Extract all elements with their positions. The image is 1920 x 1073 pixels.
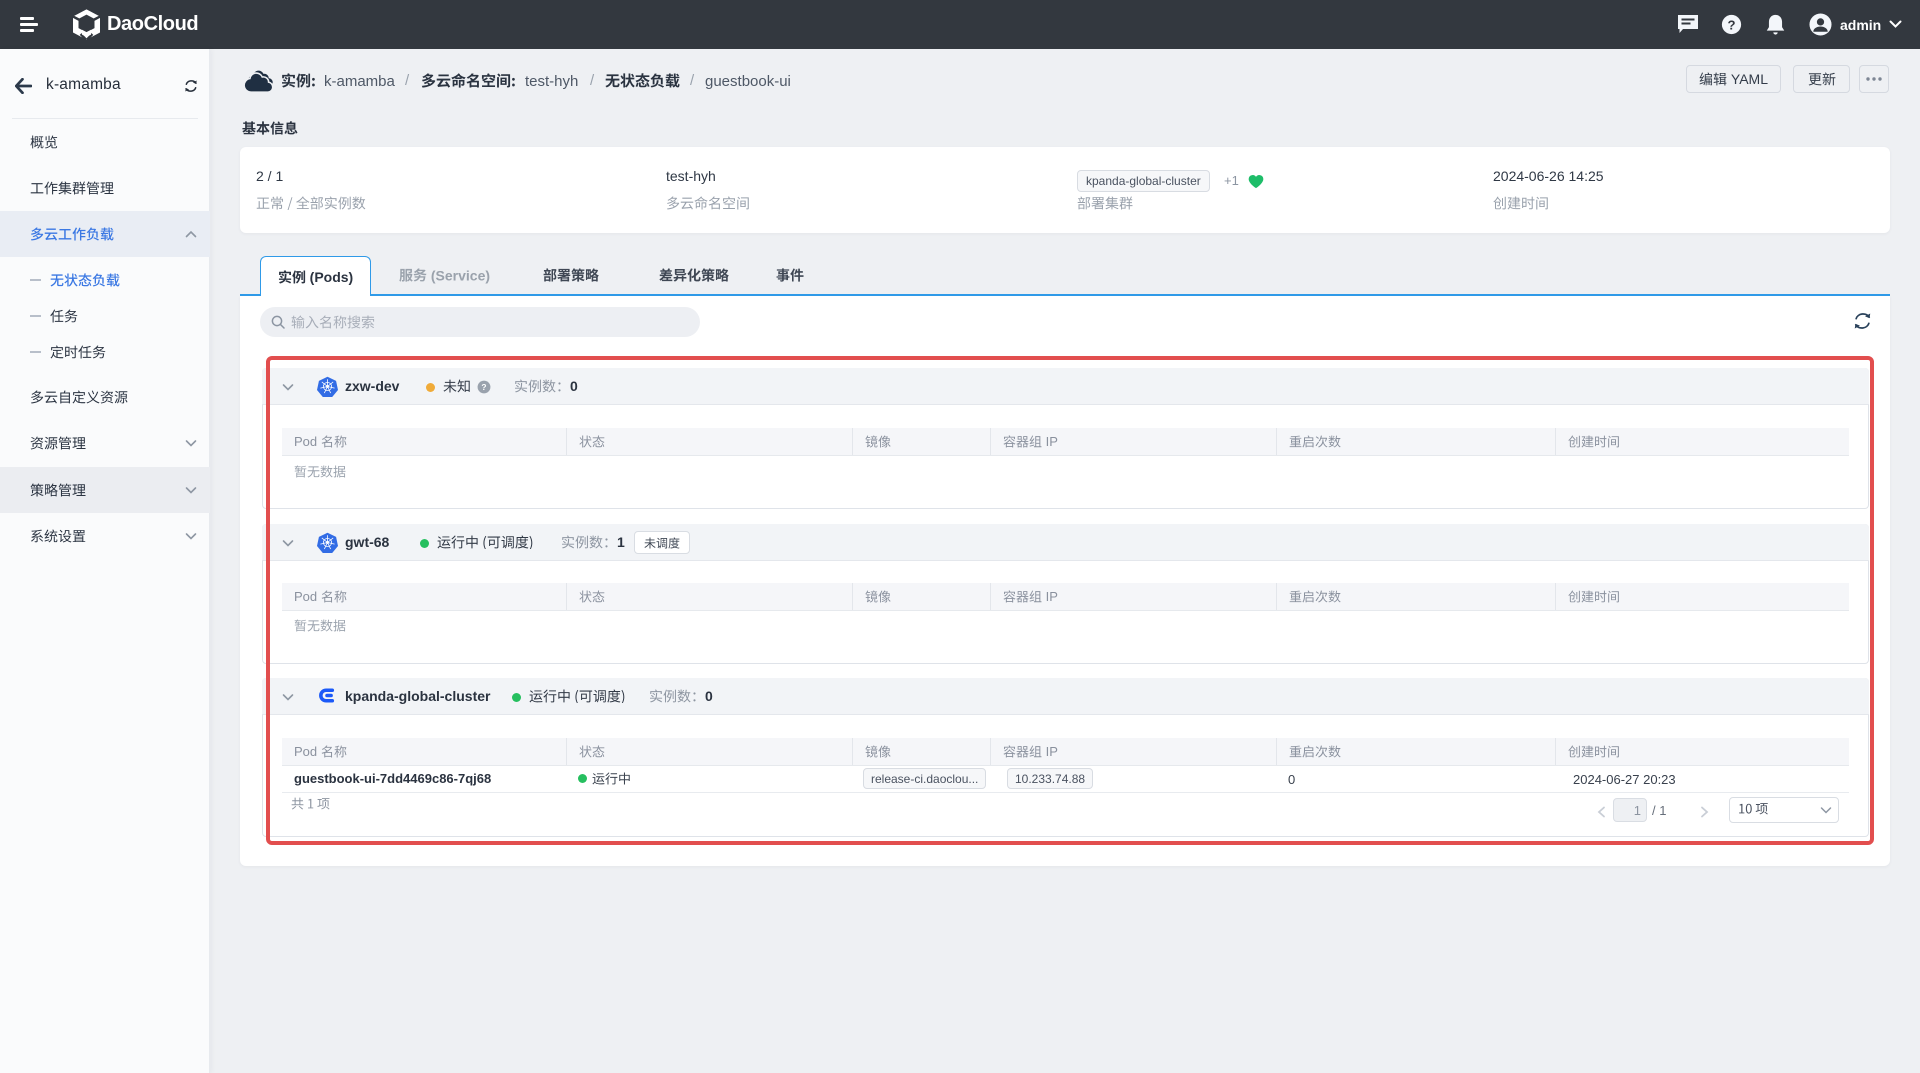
svg-text:?: ?	[1727, 17, 1735, 32]
svg-text:?: ?	[481, 382, 486, 392]
